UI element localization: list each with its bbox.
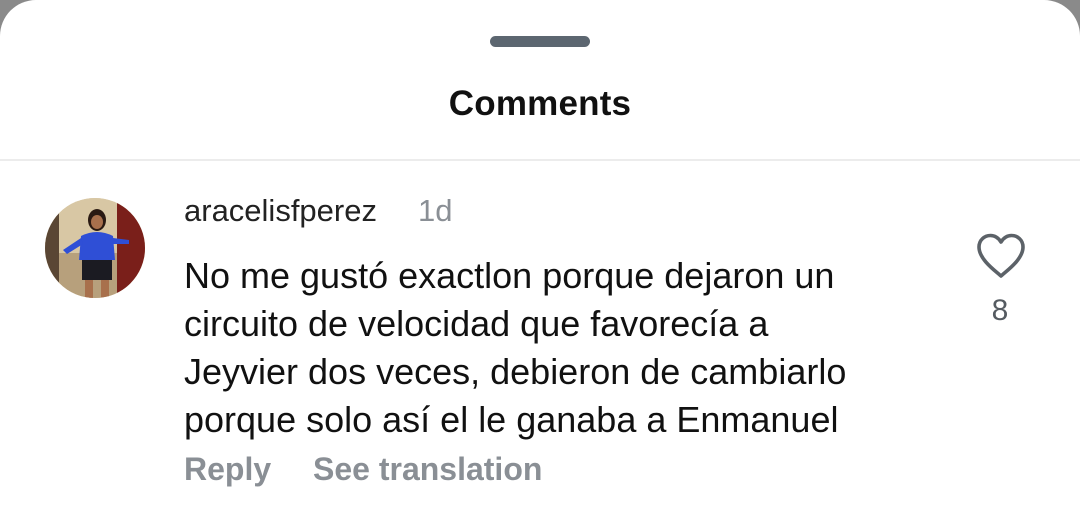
heart-outline-icon <box>977 233 1025 278</box>
like-button[interactable] <box>975 232 1027 280</box>
comments-sheet: Comments aracelisfperez 1d No me gustó e… <box>0 0 1080 522</box>
drag-handle[interactable] <box>490 36 590 47</box>
header-divider <box>0 159 1080 161</box>
avatar-photo <box>45 198 145 298</box>
comment-text: No me gustó exactlon porque dejaron un c… <box>184 252 944 444</box>
comment-text-line: circuito de velocidad que favorecía a <box>184 303 769 344</box>
comment-text-line: porque solo así el le ganaba a Enmanuel <box>184 399 839 440</box>
comment-timestamp: 1d <box>418 193 453 228</box>
avatar[interactable] <box>45 198 145 298</box>
sheet-title: Comments <box>448 84 632 123</box>
comment-text-line: No me gustó exactlon porque dejaron un <box>184 255 835 296</box>
see-translation-button[interactable]: See translation <box>313 451 542 488</box>
comment-text-line: Jeyvier dos veces, debieron de cambiarlo <box>184 351 847 392</box>
like-count: 8 <box>991 294 1009 327</box>
reply-button[interactable]: Reply <box>184 451 271 488</box>
comment-username[interactable]: aracelisfperez <box>184 193 377 229</box>
